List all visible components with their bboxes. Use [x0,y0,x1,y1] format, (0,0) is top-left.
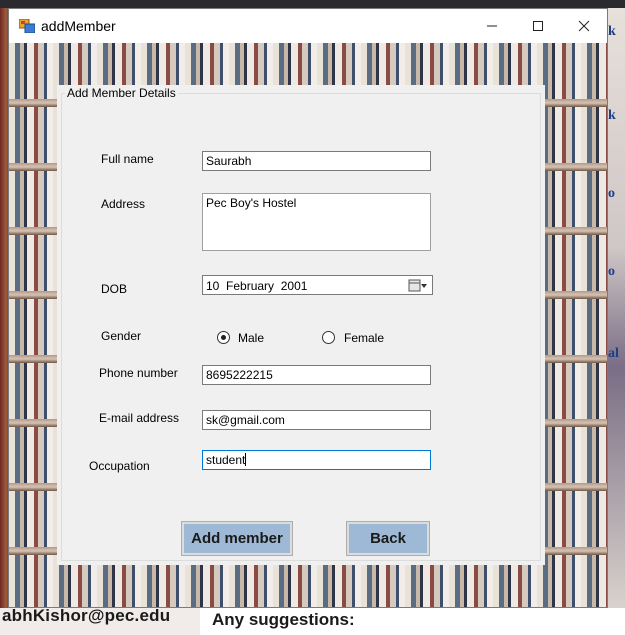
member-details-group: Add Member Details Full name Saurabh Add… [57,85,545,565]
gender-female-label[interactable]: Female [344,331,384,345]
dob-label: DOB [101,282,128,296]
full-name-input[interactable]: Saurabh [202,151,431,171]
email-input[interactable]: sk@gmail.com [202,410,431,430]
radio-selected-dot [221,335,226,340]
occupation-label: Occupation [89,459,150,473]
phone-label: Phone number [99,366,178,380]
address-label: Address [101,197,146,211]
occupation-input[interactable]: student [202,450,431,470]
minimize-button[interactable] [469,9,515,43]
window-title: addMember [41,18,116,34]
full-name-label: Full name [101,152,154,166]
calendar-dropdown-icon[interactable] [408,279,428,292]
dob-month[interactable]: February [226,279,274,293]
gender-female-radio[interactable] [322,331,335,344]
add-member-window: addMember Add Member Details Full name S… [8,8,608,608]
minimize-icon [487,25,497,27]
gender-male-radio[interactable] [217,331,230,344]
maximize-icon [533,21,543,31]
background-edge-text: k [608,24,616,39]
address-input[interactable]: Pec Boy's Hostel [202,193,431,251]
app-icon [19,19,35,33]
close-button[interactable] [561,9,607,43]
background-email-text: abhKishor@pec.edu [2,606,171,625]
close-icon [578,20,590,32]
background-edge-text: o [608,186,615,201]
text-caret [245,453,247,466]
group-title: Add Member Details [65,86,178,100]
dob-date-picker[interactable]: 10 February 2001 [202,275,433,295]
gender-label: Gender [101,329,142,343]
background-edge-text: o [608,264,615,279]
dob-year[interactable]: 2001 [281,279,308,293]
back-button[interactable]: Back [346,521,430,556]
gender-male-label[interactable]: Male [238,331,264,345]
background-edge-text: al [608,346,619,361]
occupation-value: student [206,453,246,467]
phone-input[interactable]: 8695222215 [202,365,431,385]
background-edge-text: k [608,108,616,123]
background-suggestions-text: Any suggestions: [212,610,355,629]
maximize-button[interactable] [515,9,561,43]
bookshelf-background: Add Member Details Full name Saurabh Add… [9,43,607,607]
email-label: E-mail address [99,411,180,425]
title-bar[interactable]: addMember [9,9,607,43]
dob-day[interactable]: 10 [206,279,219,293]
background-page-edge: k k o o al [608,8,625,608]
add-member-button[interactable]: Add member [181,521,293,556]
